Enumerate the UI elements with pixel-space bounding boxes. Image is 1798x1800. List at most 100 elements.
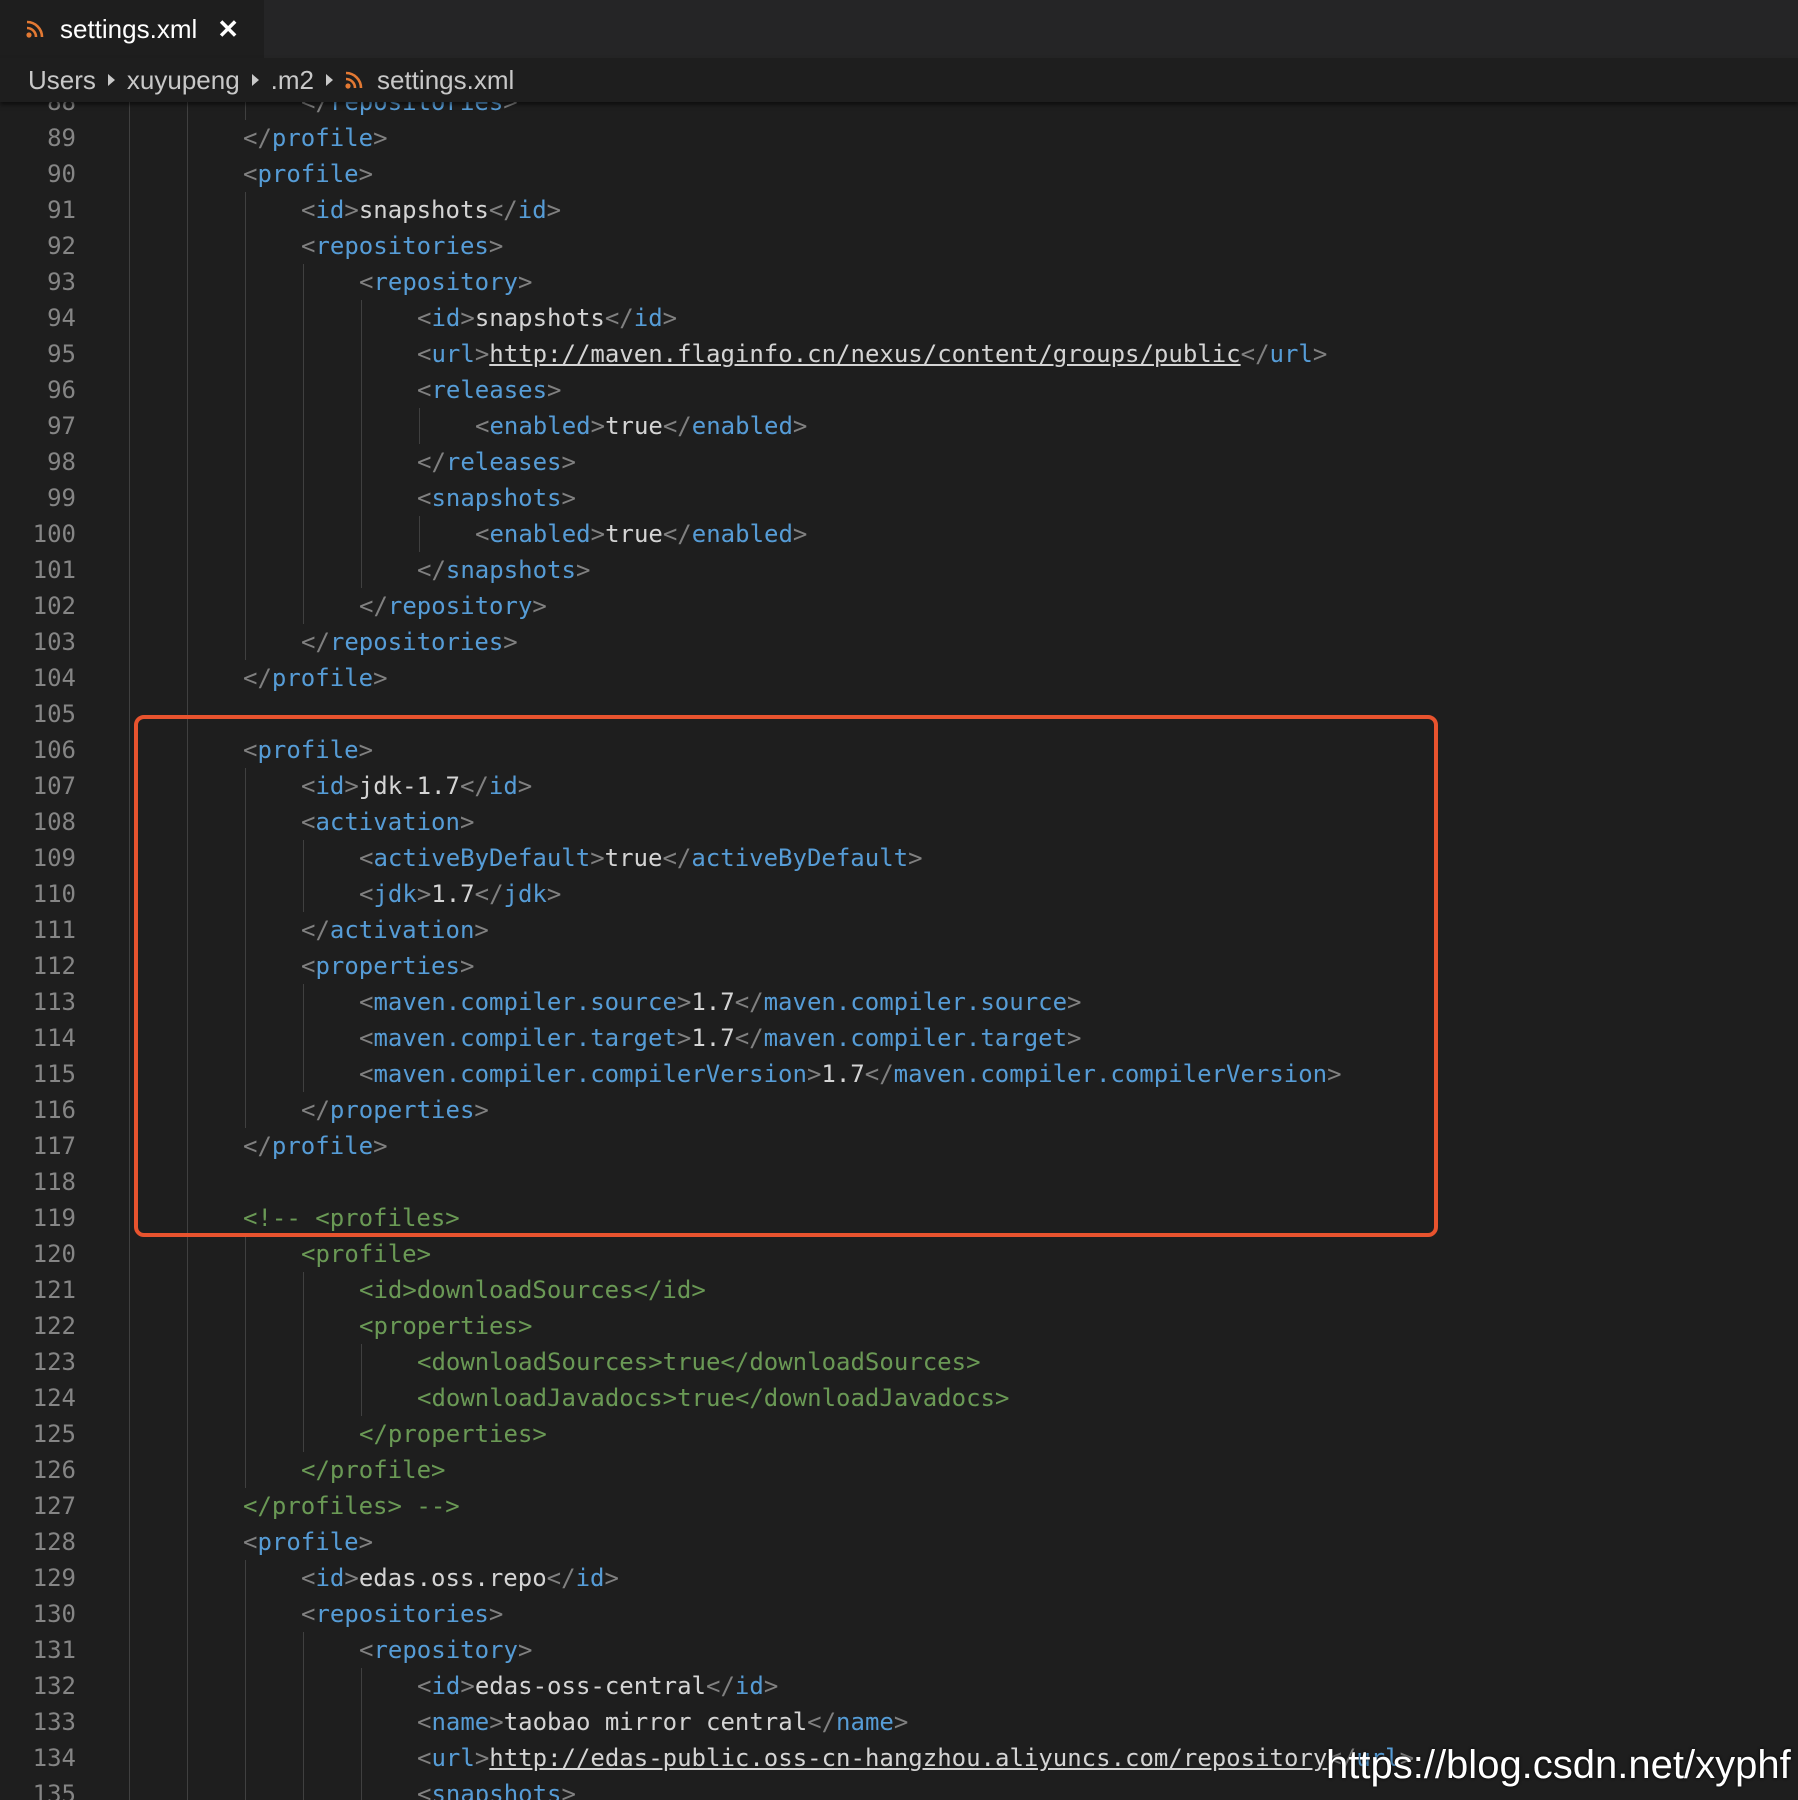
indent-guide — [187, 552, 188, 588]
xml-comment: <properties> — [359, 1312, 533, 1340]
tab-settings-xml[interactable]: settings.xml ✕ — [0, 0, 264, 58]
indent-guide — [187, 1452, 188, 1488]
xml-tag-name: releases — [431, 376, 548, 404]
indent-guide — [129, 1524, 130, 1560]
code-line: 100 <enabled>true</enabled> — [0, 516, 1798, 552]
xml-bracket: > — [488, 1600, 504, 1628]
line-number: 93 — [47, 268, 76, 296]
indent-guide — [129, 1236, 130, 1272]
xml-bracket: </ — [359, 592, 388, 620]
line-number: 134 — [32, 1744, 76, 1772]
xml-tag-name: repository — [387, 592, 533, 620]
indent-guide — [303, 336, 304, 372]
code-line: 129 <id>edas.oss.repo</id> — [0, 1560, 1798, 1596]
code-line: 120 <profile> — [0, 1236, 1798, 1272]
code-line: 125 </properties> — [0, 1416, 1798, 1452]
line-number: 97 — [47, 412, 76, 440]
indent-guide — [187, 480, 188, 516]
xml-bracket: </ — [604, 304, 634, 332]
xml-tag-name: id — [315, 1564, 345, 1592]
xml-bracket: < — [417, 304, 432, 332]
xml-bracket: > — [488, 232, 504, 260]
code-text: </profile> — [243, 660, 388, 696]
code-text: <id>snapshots</id> — [301, 192, 561, 228]
xml-tag-name: id — [575, 1564, 605, 1592]
xml-comment: <id>downloadSources</id> — [359, 1276, 706, 1304]
line-number: 127 — [32, 1492, 76, 1520]
indent-guide — [245, 192, 246, 228]
indent-guide — [361, 300, 362, 336]
code-text: <url>http://maven.flaginfo.cn/nexus/cont… — [417, 336, 1327, 372]
xml-bracket: > — [344, 196, 359, 224]
indent-guide — [187, 120, 188, 156]
breadcrumb-item-m2[interactable]: .m2 — [271, 65, 314, 96]
xml-tag-name: id — [315, 196, 345, 224]
indent-guide — [303, 372, 304, 408]
line-number: 130 — [32, 1600, 76, 1628]
indent-guide — [129, 1128, 130, 1164]
line-number: 117 — [32, 1132, 76, 1160]
line-number: 135 — [32, 1780, 76, 1800]
xml-tag-name: repository — [373, 1636, 518, 1664]
xml-text: edas.oss.repo — [358, 1564, 547, 1592]
xml-bracket: > — [344, 1564, 359, 1592]
indent-guide — [303, 1632, 304, 1668]
indent-guide — [245, 102, 246, 120]
code-text: <repository> — [359, 264, 532, 300]
code-line: 99 <snapshots> — [0, 480, 1798, 516]
indent-guide — [129, 840, 130, 876]
watermark-url: https://blog.csdn.net/xyphf — [1326, 1743, 1791, 1787]
xml-bracket: > — [373, 124, 388, 152]
code-line: 89 </profile> — [0, 120, 1798, 156]
indent-guide — [361, 372, 362, 408]
indent-guide — [129, 948, 130, 984]
xml-bracket: > — [792, 412, 808, 440]
xml-tag-name: id — [633, 304, 663, 332]
xml-bracket: </ — [301, 102, 330, 116]
indent-guide — [129, 1488, 130, 1524]
breadcrumb-item-xuyupeng[interactable]: xuyupeng — [127, 65, 240, 96]
line-number: 99 — [47, 484, 76, 512]
close-icon[interactable]: ✕ — [217, 14, 239, 45]
xml-bracket: < — [301, 232, 316, 260]
indent-guide — [303, 480, 304, 516]
xml-bracket: < — [417, 1780, 432, 1800]
xml-bracket: < — [417, 1708, 432, 1736]
xml-bracket: </ — [243, 664, 272, 692]
line-number: 114 — [32, 1024, 76, 1052]
xml-bracket: > — [503, 628, 518, 656]
xml-tag-name: repositories — [315, 1600, 489, 1628]
indent-guide — [361, 1668, 362, 1704]
code-text: </profiles> --> — [243, 1488, 460, 1524]
indent-guide — [245, 1416, 246, 1452]
code-text: <profile> — [243, 1524, 373, 1560]
indent-guide — [245, 264, 246, 300]
xml-bracket: > — [763, 1672, 779, 1700]
line-number: 125 — [32, 1420, 76, 1448]
breadcrumb-item-settings-xml[interactable]: settings.xml — [377, 65, 514, 96]
code-line: 97 <enabled>true</enabled> — [0, 408, 1798, 444]
url-link[interactable]: http://edas-public.oss-cn-hangzhou.aliyu… — [489, 1744, 1327, 1772]
indent-guide — [187, 336, 188, 372]
url-link[interactable]: http://maven.flaginfo.cn/nexus/content/g… — [489, 340, 1240, 368]
xml-bracket: > — [503, 102, 518, 116]
code-text: <releases> — [417, 372, 562, 408]
xml-tag-name: enabled — [691, 412, 793, 440]
code-text: <profile> — [243, 156, 373, 192]
indent-guide — [129, 1056, 130, 1092]
indent-guide — [361, 408, 362, 444]
xml-tag-name: name — [431, 1708, 490, 1736]
indent-guide — [187, 1668, 188, 1704]
indent-guide — [245, 300, 246, 336]
xml-bracket: > — [893, 1708, 909, 1736]
code-text: </repository> — [359, 588, 547, 624]
breadcrumb-item-users[interactable]: Users — [28, 65, 96, 96]
indent-guide — [303, 1308, 304, 1344]
xml-comment: </profile> — [301, 1456, 446, 1484]
line-number: 112 — [32, 952, 76, 980]
xml-bracket: < — [359, 268, 374, 296]
code-line: 94 <id>snapshots</id> — [0, 300, 1798, 336]
indent-guide — [129, 336, 130, 372]
indent-guide — [361, 444, 362, 480]
indent-guide — [303, 1668, 304, 1704]
